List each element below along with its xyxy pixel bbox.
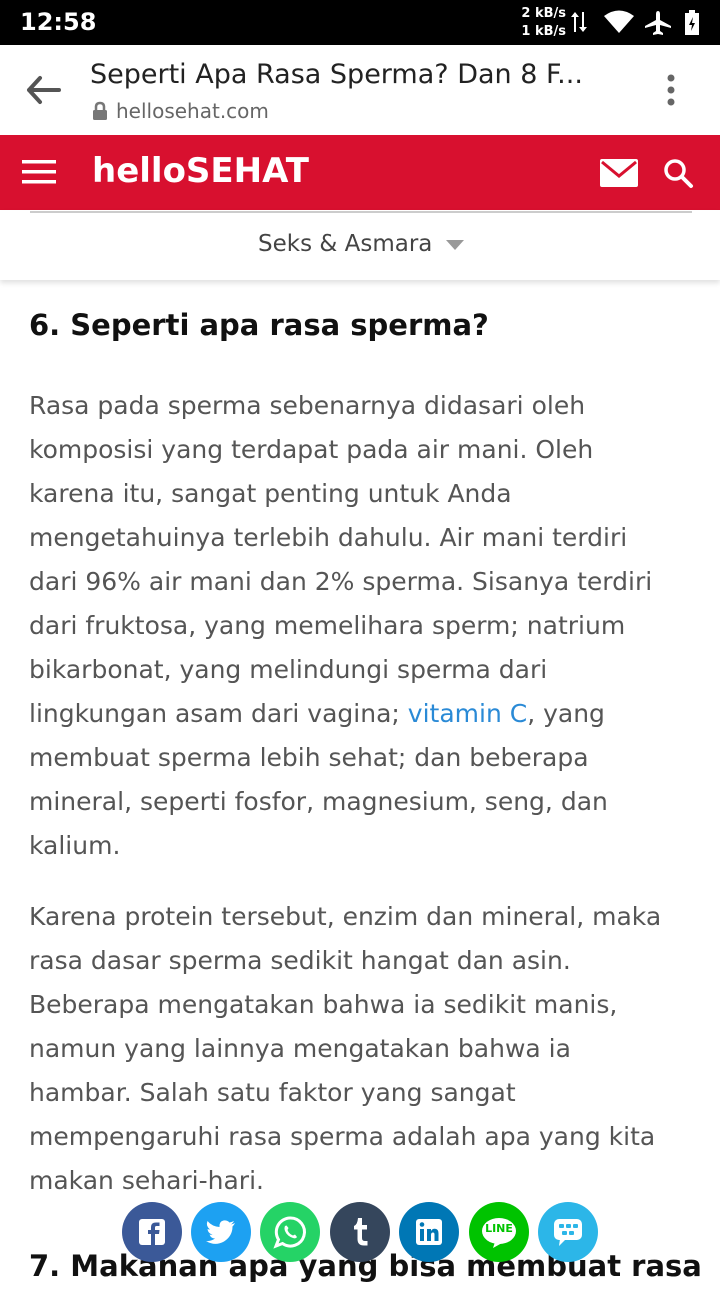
upload-rate: 2 kB/s [521, 6, 566, 21]
paragraph-composition: Rasa pada sperma sebenarnya didasari ole… [29, 384, 694, 868]
tumblr-icon [354, 1218, 368, 1246]
category-bar: Seks & Asmara [0, 210, 720, 280]
text-line: namun yang lainnya mengatakan bahwa ia [29, 1034, 571, 1063]
text-line: hambar. Salah satu faktor yang sangat [29, 1078, 516, 1107]
bbm-share-button[interactable] [538, 1202, 598, 1262]
lock-icon [93, 101, 107, 120]
bbm-icon [554, 1219, 582, 1246]
data-arrows-icon [571, 12, 587, 32]
text-line: mineral, seperti fosfor, magnesium, seng… [29, 787, 608, 816]
text-line: Karena protein tersebut, enzim dan miner… [29, 902, 662, 931]
airplane-icon [645, 11, 671, 35]
site-header: helloSEHAT [0, 135, 720, 210]
text-line: bikarbonat, yang melindungi sperma dari [29, 655, 548, 684]
text-line: makan sehari-hari. [29, 1166, 264, 1195]
wifi-icon [604, 10, 634, 33]
vitamin-c-link[interactable]: vitamin C [408, 699, 527, 728]
twitter-icon [206, 1220, 235, 1244]
twitter-share-button[interactable] [191, 1202, 251, 1262]
category-dropdown[interactable]: Seks & Asmara [258, 231, 432, 257]
section-heading-6: 6. Seperti apa rasa sperma? [29, 308, 489, 342]
page-title[interactable]: Seperti Apa Rasa Sperma? Dan 8 F... [90, 59, 650, 90]
text-span: , yang [527, 699, 605, 728]
linkedin-icon [416, 1219, 442, 1245]
mail-icon[interactable] [600, 159, 638, 187]
whatsapp-share-button[interactable] [260, 1202, 320, 1262]
text-line: Beberapa mengatakan bahwa ia sedikit man… [29, 990, 618, 1019]
battery-icon [685, 10, 699, 35]
paragraph-taste: Karena protein tersebut, enzim dan miner… [29, 895, 694, 1203]
text-line: komposisi yang terdapat pada air mani. O… [29, 435, 594, 464]
facebook-share-button[interactable] [122, 1202, 182, 1262]
back-arrow-icon[interactable] [26, 75, 62, 105]
hamburger-menu-icon[interactable] [22, 157, 56, 187]
text-line: lingkungan asam dari vagina; vitamin C, … [29, 692, 694, 736]
whatsapp-icon [273, 1216, 306, 1249]
text-line: dari fruktosa, yang memelihara sperm; na… [29, 611, 626, 640]
facebook-icon [139, 1219, 165, 1245]
text-line: mempengaruhi rasa sperma adalah apa yang… [29, 1122, 656, 1151]
site-logo[interactable]: helloSEHAT [92, 151, 309, 191]
download-rate: 1 kB/s [521, 24, 566, 39]
caret-down-icon[interactable] [446, 240, 464, 252]
page-domain[interactable]: hellosehat.com [116, 99, 269, 123]
status-bar: 12:58 2 kB/s 1 kB/s [0, 0, 720, 45]
status-time: 12:58 [20, 8, 97, 36]
network-rate: 2 kB/s 1 kB/s [516, 5, 566, 41]
tumblr-share-button[interactable] [330, 1202, 390, 1262]
text-line: rasa dasar sperma sedikit hangat dan asi… [29, 946, 571, 975]
text-line: mengetahuinya terlebih dahulu. Air mani … [29, 523, 628, 552]
line-share-button[interactable]: LINE [469, 1202, 529, 1262]
text-line: Rasa pada sperma sebenarnya didasari ole… [29, 391, 586, 420]
divider [30, 211, 692, 213]
text-line: kalium. [29, 831, 121, 860]
search-icon[interactable] [662, 157, 694, 189]
linkedin-share-button[interactable] [399, 1202, 459, 1262]
article-content: 6. Seperti apa rasa sperma? Rasa pada sp… [29, 300, 702, 1291]
text-line: dari 96% air mani dan 2% sperma. Sisanya… [29, 567, 653, 596]
browser-toolbar: Seperti Apa Rasa Sperma? Dan 8 F... hell… [0, 45, 720, 135]
overflow-menu-icon[interactable] [664, 73, 678, 109]
text-span: lingkungan asam dari vagina; [29, 699, 408, 728]
line-label: LINE [485, 1222, 513, 1235]
text-line: membuat sperma lebih sehat; dan beberapa [29, 743, 589, 772]
text-line: karena itu, sangat penting untuk Anda [29, 479, 512, 508]
